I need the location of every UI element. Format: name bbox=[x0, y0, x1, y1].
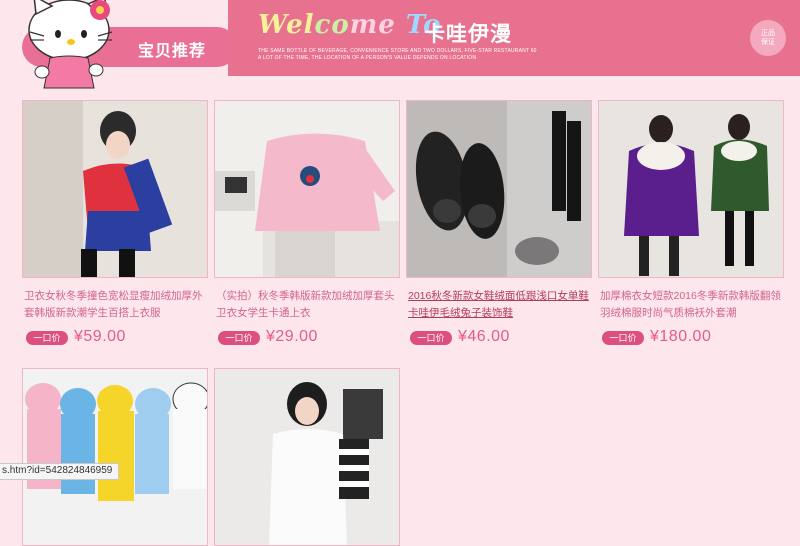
product-photo-shoes bbox=[407, 101, 591, 277]
price-tag: 一口价 bbox=[410, 331, 452, 345]
hello-kitty-logo bbox=[28, 0, 113, 89]
product-title[interactable]: （实拍）秋冬季韩版新款加绒加厚套头卫衣女学生卡通上衣 bbox=[214, 288, 400, 322]
price-row: 一口价 ¥180.00 bbox=[598, 328, 784, 348]
product-card[interactable]: 卫衣女秋冬季撞色宽松显瘦加绒加厚外套韩版新款潮学生百搭上衣服 一口价 ¥59.0… bbox=[22, 100, 208, 348]
product-card[interactable]: 加厚棉衣女短款2016冬季新款韩版翻领羽绒棉服时尚气质棉袄外套潮 一口价 ¥18… bbox=[598, 100, 784, 348]
product-title[interactable]: 卫衣女秋冬季撞色宽松显瘦加绒加厚外套韩版新款潮学生百搭上衣服 bbox=[22, 288, 208, 322]
tagline: THE SAME BOTTLE OF BEVERAGE, CONVENIENCE… bbox=[258, 48, 537, 61]
price-row: 一口价 ¥46.00 bbox=[406, 328, 592, 348]
product-card[interactable] bbox=[22, 368, 208, 546]
product-photo-jacket bbox=[599, 101, 783, 277]
product-title[interactable]: 2016秋冬新款女鞋绒面低跟浅口女单鞋卡哇伊毛绒兔子装饰鞋 bbox=[406, 288, 592, 322]
welcome-part: me bbox=[349, 10, 396, 40]
product-photo-onesies bbox=[23, 369, 207, 545]
product-photo-vest bbox=[215, 369, 399, 545]
welcome-part: co bbox=[314, 10, 350, 40]
welcome-text: Welcome To bbox=[258, 10, 442, 40]
product-image[interactable] bbox=[406, 100, 592, 278]
product-image[interactable] bbox=[22, 368, 208, 546]
product-card[interactable]: 2016秋冬新款女鞋绒面低跟浅口女单鞋卡哇伊毛绒兔子装饰鞋 一口价 ¥46.00 bbox=[406, 100, 592, 348]
product-card[interactable] bbox=[214, 368, 400, 546]
guarantee-line: 正品 bbox=[761, 30, 775, 37]
welcome-part bbox=[396, 10, 406, 40]
section-title: 宝贝推荐 bbox=[138, 43, 207, 60]
price-row: 一口价 ¥29.00 bbox=[214, 328, 400, 348]
section-header: 宝贝推荐 bbox=[0, 0, 237, 92]
product-price: ¥29.00 bbox=[266, 328, 318, 345]
welcome-banner: Welcome To 卡哇伊漫 THE SAME BOTTLE OF BEVER… bbox=[228, 0, 800, 76]
product-price: ¥46.00 bbox=[458, 328, 510, 345]
product-title[interactable]: 加厚棉衣女短款2016冬季新款韩版翻领羽绒棉服时尚气质棉袄外套潮 bbox=[598, 288, 784, 322]
status-bar-url: s.htm?id=542824846959 bbox=[0, 463, 120, 480]
shop-name: 卡哇伊漫 bbox=[424, 23, 512, 46]
price-tag: 一口价 bbox=[602, 331, 644, 345]
product-photo-hoodie bbox=[215, 101, 399, 277]
price-tag: 一口价 bbox=[26, 331, 68, 345]
product-photo-sweatshirt bbox=[23, 101, 207, 277]
product-card[interactable]: （实拍）秋冬季韩版新款加绒加厚套头卫衣女学生卡通上衣 一口价 ¥29.00 bbox=[214, 100, 400, 348]
guarantee-badge: 正品 保证 bbox=[750, 20, 786, 56]
price-tag: 一口价 bbox=[218, 331, 260, 345]
product-image[interactable] bbox=[214, 100, 400, 278]
product-image[interactable] bbox=[22, 100, 208, 278]
welcome-part: Wel bbox=[258, 10, 315, 40]
guarantee-line: 保证 bbox=[761, 39, 775, 46]
product-price: ¥59.00 bbox=[74, 328, 126, 345]
product-price: ¥180.00 bbox=[650, 328, 712, 345]
product-image[interactable] bbox=[598, 100, 784, 278]
product-image[interactable] bbox=[214, 368, 400, 546]
price-row: 一口价 ¥59.00 bbox=[22, 328, 208, 348]
